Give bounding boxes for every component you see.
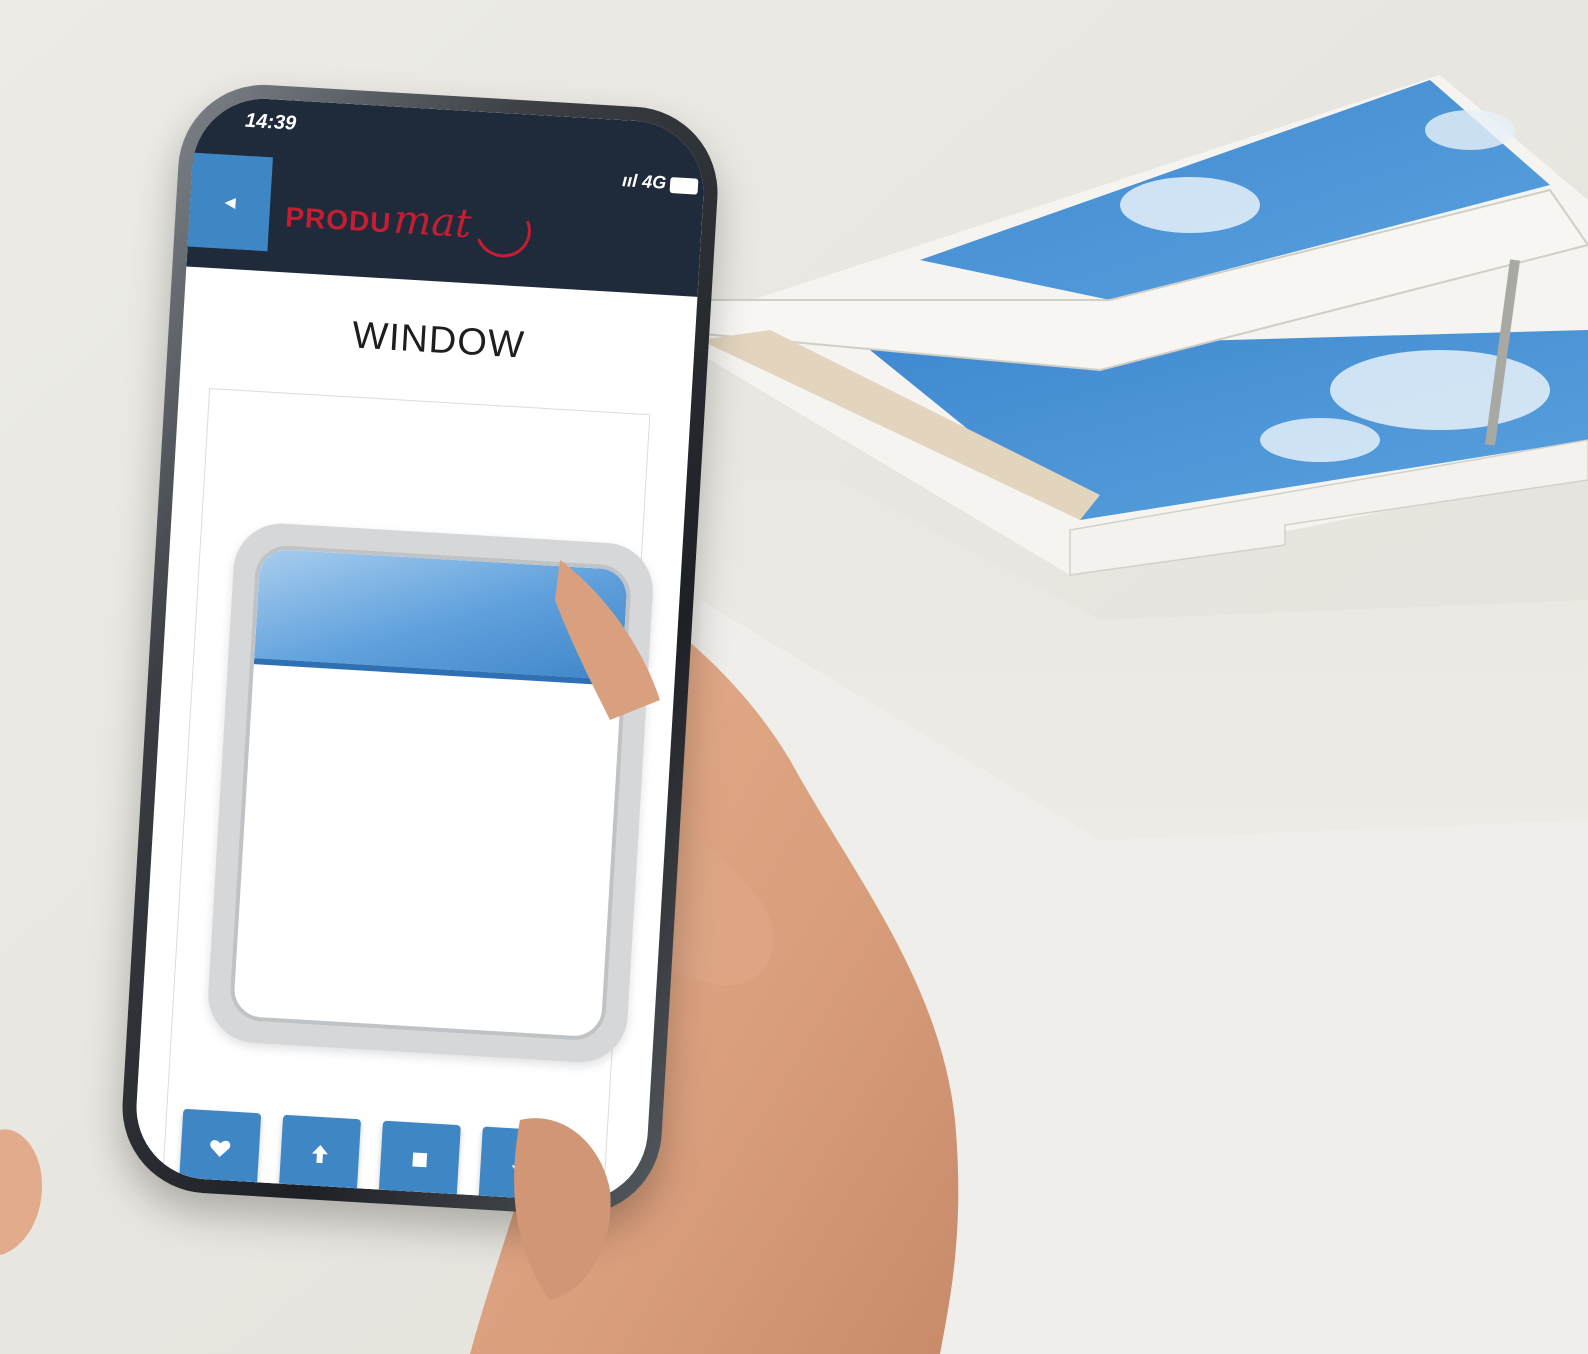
window-shade [253, 548, 629, 686]
brand-logo-part1: PRODU [284, 201, 393, 239]
status-time: 14:39 [244, 109, 297, 135]
brand-logo-part2: mat [392, 196, 473, 248]
stop-square-icon [412, 1152, 428, 1168]
smartphone: 14:39 ııl 4G ◂ PRODU mat WINDOW [117, 79, 723, 1221]
window-illustration [205, 520, 656, 1065]
open-up-button[interactable] [278, 1114, 362, 1194]
back-arrow-icon: ◂ [224, 188, 237, 215]
photo-scene: 14:39 ııl 4G ◂ PRODU mat WINDOW [0, 0, 1588, 1354]
brand-logo: PRODU mat [284, 190, 540, 267]
signal-indicator: ııl 4G [621, 170, 667, 193]
page-title: WINDOW [350, 314, 526, 367]
stop-button[interactable] [378, 1120, 461, 1200]
arrow-up-icon [311, 1144, 328, 1164]
favorite-button[interactable] [178, 1108, 262, 1188]
back-button[interactable]: ◂ [187, 152, 273, 252]
app-screen: 14:39 ııl 4G ◂ PRODU mat WINDOW [132, 94, 708, 1206]
brand-swoosh [466, 194, 540, 267]
heart-icon [210, 1140, 231, 1158]
battery-icon [669, 177, 699, 195]
window-pane [228, 544, 633, 1042]
arrow-down-icon [511, 1156, 528, 1175]
control-panel [159, 388, 656, 1206]
close-down-button[interactable] [478, 1126, 561, 1206]
app-header: 14:39 ııl 4G ◂ PRODU mat [186, 94, 708, 297]
